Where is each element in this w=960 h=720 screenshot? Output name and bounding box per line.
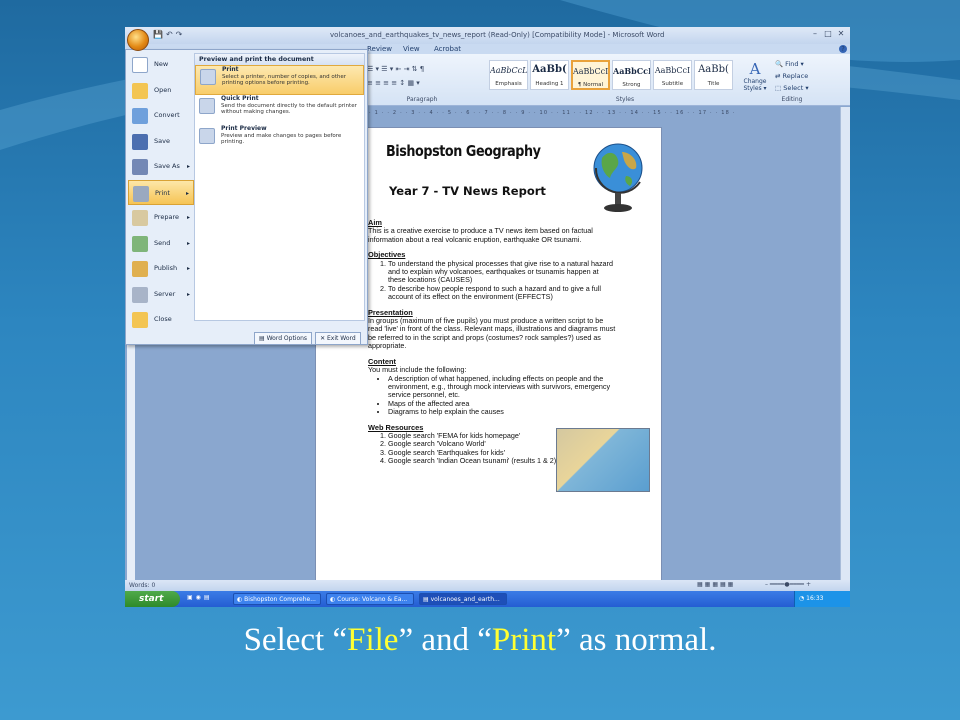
menu-item-server[interactable]: Server ▸ [128,282,194,308]
maximize-icon[interactable]: □ [823,29,833,39]
office-button[interactable] [127,29,149,51]
status-bar: Words: 0 ▦▦▦▦▦ – ━━━━●━━━━ + [125,580,850,591]
menu-item-save[interactable]: Save [128,129,194,155]
tray-icon[interactable]: ◔ [799,595,804,602]
print-preview-icon [199,128,215,144]
zoom-slider[interactable]: – ━━━━●━━━━ + [765,581,811,588]
menu-item-send[interactable]: Send ▸ [128,231,194,257]
taskbar-item-word-doc[interactable]: ▤ volcanoes_and_earth... [419,593,507,605]
office-menu-commands: New Open Convert Save Save As ▸ Print ▸ Pr… [128,52,194,328]
menu-item-open[interactable]: Open [128,78,194,104]
tab-review[interactable]: Review [367,45,392,53]
menu-item-close[interactable]: Close [128,307,194,333]
close-icon[interactable]: ✕ [836,29,846,39]
tab-acrobat[interactable]: Acrobat [434,45,461,53]
style-normal[interactable]: AaBbCcI ¶ Normal [571,60,610,90]
find-button[interactable]: 🔍 Find ▾ [775,58,845,70]
aim-text: This is a creative exercise to produce a… [368,226,593,244]
tab-view[interactable]: View [403,45,420,53]
print-preview-option[interactable]: Print Preview Preview and make changes to… [195,125,364,155]
taskbar-item-bishopston[interactable]: ◐ Bishopston Comprehe... [233,593,321,605]
word-window: 💾↶↷ volcanoes_and_earthquakes_tv_news_re… [125,27,850,607]
window-title: volcanoes_and_earthquakes_tv_news_report… [330,31,665,39]
prepare-icon [132,210,148,226]
list-item: To understand the physical processes tha… [388,259,618,285]
taskbar: start ▣◉▤ ◐ Bishopston Comprehe... ◐ Cou… [125,591,850,607]
replace-button[interactable]: ⇄ Replace [775,70,845,82]
menu-item-prepare[interactable]: Prepare ▸ [128,205,194,231]
taskbar-item-course[interactable]: ◐ Course: Volcano & Ea... [326,593,414,605]
new-document-icon [132,57,148,73]
style-title[interactable]: AaBb(Title [694,60,733,90]
horizontal-ruler[interactable]: · 1 · · 2 · · 3 · · 4 · · 5 · · 6 · · 7 … [369,110,769,118]
word-options-button[interactable]: ▤ Word Options [254,332,313,345]
group-label-styles: Styles [615,96,635,103]
office-menu-footer: ▤ Word Options ✕ Exit Word [254,332,364,345]
style-strong[interactable]: AaBbCcI Strong [612,60,651,90]
list-item: To describe how people respond to such a… [388,284,618,302]
paragraph-tools[interactable]: ☰ ▾ ☰ ▾ ⇤ ⇥ ⇅ ¶ ≡ ≡ ≡ ≡ ↕ ▦ ▾ [367,62,482,92]
menu-item-publish[interactable]: Publish ▸ [128,256,194,282]
change-styles-button[interactable]: A Change Styles ▾ [740,60,770,94]
quick-print-icon [199,98,215,114]
vertical-scrollbar[interactable] [840,107,850,582]
quick-launch-icons[interactable]: ▣◉▤ [187,594,213,601]
send-icon [132,235,148,252]
list-item: A description of what happened, includin… [388,374,618,400]
view-buttons[interactable]: ▦▦▦▦▦ [697,581,735,588]
close-folder-icon [132,312,148,328]
clock: 16:33 [806,595,824,602]
office-menu: New Open Convert Save Save As ▸ Print ▸ Pr… [125,49,368,345]
exit-word-button[interactable]: ✕ Exit Word [315,332,361,345]
word-count[interactable]: Words: 0 [129,582,155,589]
editing-group: 🔍 Find ▾ ⇄ Replace ⬚ Select ▾ [775,58,845,94]
start-button[interactable]: start [125,591,180,607]
printer-icon [200,69,216,85]
menu-item-new[interactable]: New [128,52,194,78]
globe-icon [593,143,643,212]
tsunami-map-image [556,428,650,492]
style-subtitle[interactable]: AaBbCcI Subtitle [653,60,692,90]
change-styles-icon: A [749,60,761,78]
select-button[interactable]: ⬚ Select ▾ [775,82,845,94]
doc-title: Bishopston Geography [386,142,541,160]
publish-icon [132,261,148,277]
print-submenu: Preview and print the document Print Sele… [194,53,365,321]
save-as-icon [132,159,148,175]
server-icon [132,286,148,303]
submenu-title: Preview and print the document [195,54,364,65]
list-item: Diagrams to help explain the causes [388,407,618,416]
group-label-paragraph: Paragraph [406,96,438,103]
group-label-editing: Editing [781,96,803,103]
quick-print-option[interactable]: Quick Print Send the document directly to… [195,95,364,125]
help-icon[interactable]: ? [839,45,847,53]
minimize-icon[interactable]: – [810,29,820,39]
convert-icon [132,108,148,124]
style-heading-1[interactable]: AaBb(Heading 1 [530,60,569,90]
doc-subtitle: Year 7 - TV News Report [389,184,546,198]
menu-item-save-as[interactable]: Save As ▸ [128,154,194,180]
slide-caption: Select “File” and “Print” as normal. [243,622,717,658]
print-option[interactable]: Print Select a printer, number of copies,… [195,65,364,95]
style-emphasis[interactable]: AaBbCcL Emphasis [489,60,528,90]
printer-icon [133,185,149,202]
folder-icon [132,82,148,99]
save-icon [132,133,148,150]
menu-item-convert[interactable]: Convert [128,103,194,129]
quick-access-toolbar[interactable]: 💾↶↷ [153,30,185,39]
menu-item-print[interactable]: Print ▸ [128,179,194,205]
presentation-text: In groups (maximum of five pupils) you m… [368,316,616,351]
title-bar: 💾↶↷ volcanoes_and_earthquakes_tv_news_re… [125,27,850,44]
system-tray: ◔ 16:33 [794,591,850,607]
